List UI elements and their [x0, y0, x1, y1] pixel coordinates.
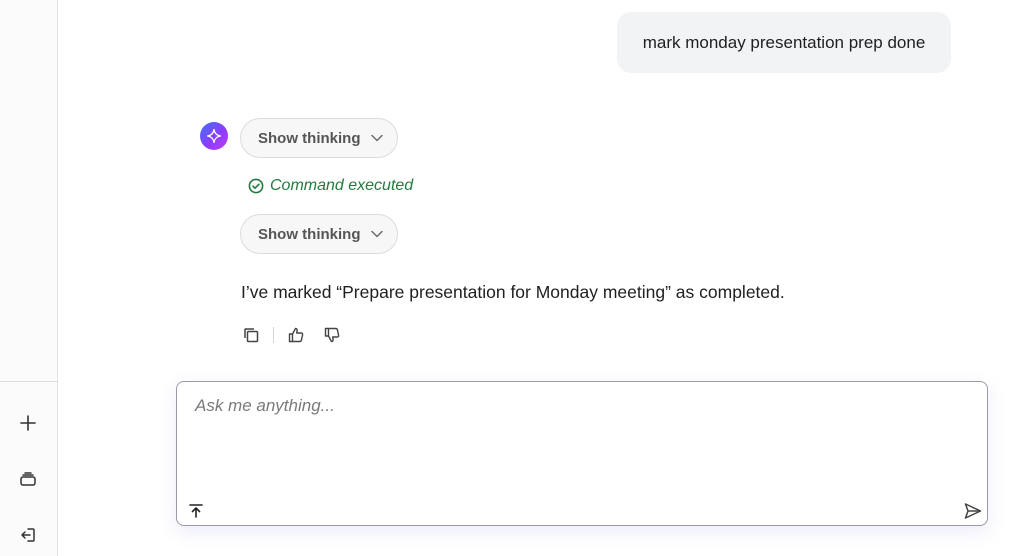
- thumbs-up-button[interactable]: [285, 324, 307, 346]
- show-thinking-label: Show thinking: [258, 129, 361, 147]
- thumbs-down-icon: [324, 327, 340, 343]
- sparkle-icon: [206, 128, 222, 144]
- copy-icon: [244, 328, 259, 343]
- thumbs-down-button[interactable]: [321, 324, 343, 346]
- message-input[interactable]: [193, 394, 967, 478]
- assistant-reply: I’ve marked “Prepare presentation for Mo…: [241, 282, 785, 302]
- show-thinking-button[interactable]: Show thinking: [240, 118, 398, 158]
- command-status-text: Command executed: [270, 177, 414, 194]
- upload-icon: [189, 504, 203, 518]
- sidebar: [0, 0, 58, 556]
- send-icon: [964, 503, 982, 519]
- check-circle-icon: [248, 178, 264, 194]
- show-thinking-button[interactable]: Show thinking: [240, 214, 398, 254]
- logout-button[interactable]: [14, 521, 42, 549]
- logout-icon: [21, 528, 35, 542]
- user-message-bubble: mark monday presentation prep done: [617, 12, 951, 73]
- assistant-avatar: [200, 122, 228, 150]
- command-status: Command executed: [248, 175, 413, 197]
- message-composer: [176, 381, 988, 526]
- chevron-down-icon: [370, 230, 383, 238]
- user-message-text: mark monday presentation prep done: [642, 32, 926, 52]
- send-button[interactable]: [962, 500, 984, 522]
- plus-icon: [20, 415, 36, 431]
- sidebar-divider: [0, 381, 58, 382]
- message-actions: [240, 324, 343, 346]
- thumbs-up-icon: [288, 327, 304, 343]
- action-separator: [273, 327, 274, 343]
- copy-button[interactable]: [240, 324, 262, 346]
- archive-button[interactable]: [14, 465, 42, 493]
- archive-icon: [20, 472, 36, 486]
- new-chat-button[interactable]: [14, 409, 42, 437]
- attach-button[interactable]: [186, 501, 206, 521]
- chevron-down-icon: [370, 134, 383, 142]
- show-thinking-label: Show thinking: [258, 225, 361, 243]
